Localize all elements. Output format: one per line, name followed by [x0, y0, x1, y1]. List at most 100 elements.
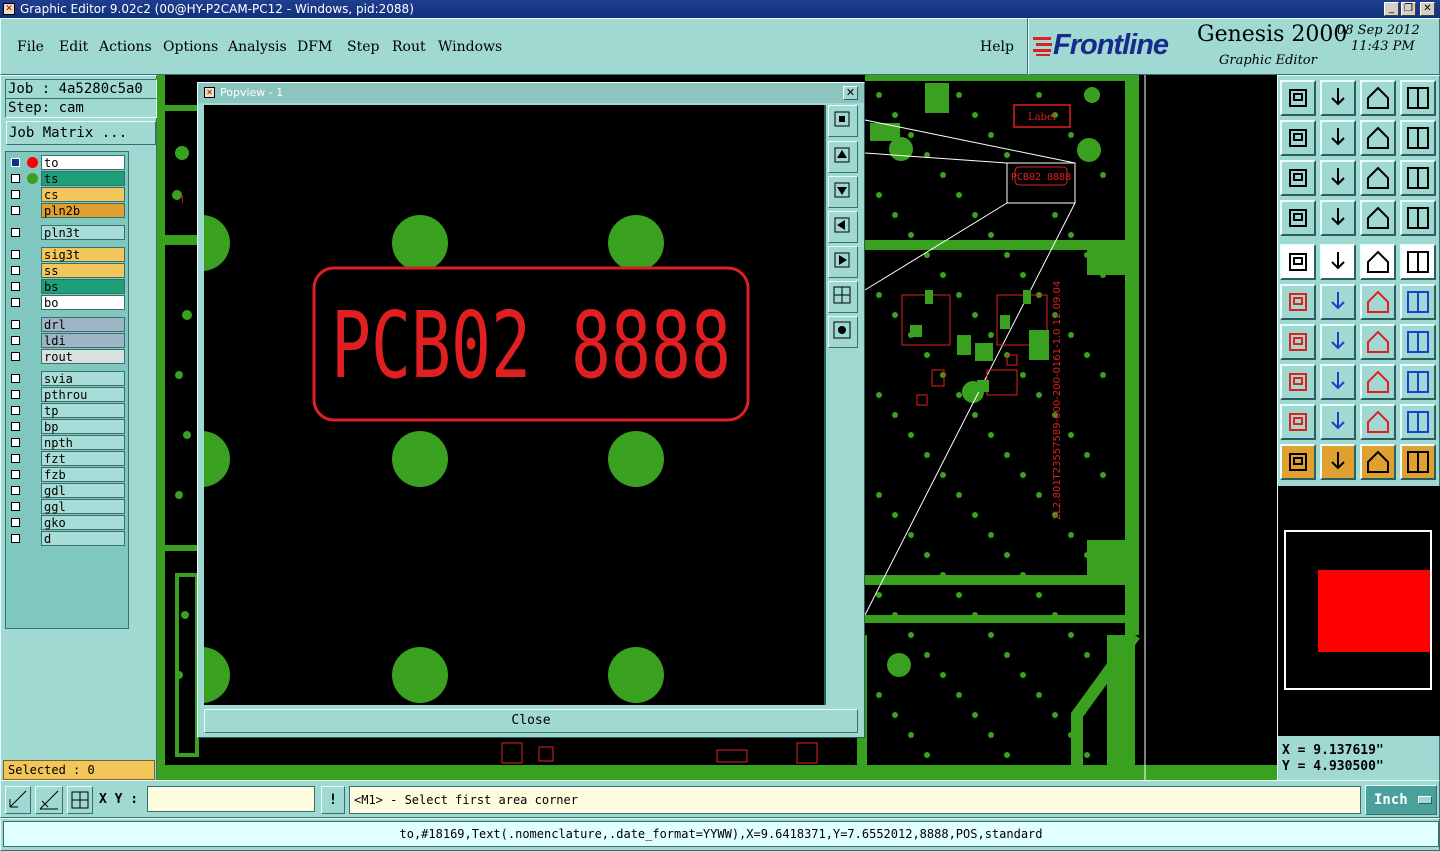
snap-icon[interactable]	[5, 786, 31, 814]
popview-zoom-in-button[interactable]	[828, 105, 858, 137]
layer-checkbox[interactable]	[11, 206, 20, 215]
layer-checkbox[interactable]	[11, 454, 20, 463]
open-step-icon[interactable]	[1280, 80, 1316, 116]
triangle-4-icon[interactable]	[1400, 404, 1436, 440]
popview-pan-down-button[interactable]	[828, 176, 858, 208]
layer-row-fzt[interactable]: fzt	[7, 451, 125, 466]
menu-analysis[interactable]: Analysis	[228, 39, 287, 55]
arc-icon[interactable]	[1360, 324, 1396, 360]
point-icon[interactable]	[1400, 284, 1436, 320]
pointer-route-icon[interactable]	[1400, 444, 1436, 480]
layer-checkbox[interactable]	[11, 534, 20, 543]
layer-checkbox[interactable]	[11, 282, 20, 291]
connect-icon[interactable]	[1280, 284, 1316, 320]
popview-close-icon[interactable]: ✕	[843, 86, 858, 100]
box-select-icon[interactable]	[1400, 244, 1436, 280]
layer-checkbox[interactable]	[11, 502, 20, 511]
layer-row-bs[interactable]: bs	[7, 279, 125, 294]
layer-row-cs[interactable]: cs	[7, 187, 125, 202]
zoom-fit-icon[interactable]	[1280, 160, 1316, 196]
layer-row-svia[interactable]: svia	[7, 371, 125, 386]
layer-row-tp[interactable]: tp	[7, 403, 125, 418]
route-icon[interactable]	[1360, 284, 1396, 320]
grid-icon[interactable]	[67, 786, 93, 814]
overview-viewport[interactable]	[1318, 570, 1430, 652]
triangle-2-icon[interactable]	[1320, 404, 1356, 440]
menu-edit[interactable]: Edit	[59, 39, 88, 55]
clip-icon[interactable]	[1400, 364, 1436, 400]
pads-icon[interactable]	[1400, 324, 1436, 360]
menu-options[interactable]: Options	[163, 39, 218, 55]
triangle-icon[interactable]	[1280, 404, 1316, 440]
layer-checkbox[interactable]	[11, 228, 20, 237]
layer-checkbox[interactable]	[11, 390, 20, 399]
layer-checkbox[interactable]	[11, 336, 20, 345]
xy-input[interactable]	[147, 786, 315, 812]
menu-rout[interactable]: Rout	[392, 39, 426, 55]
layer-row-d[interactable]: d	[7, 531, 125, 546]
wizard-icon[interactable]	[1280, 200, 1316, 236]
snap-line-icon[interactable]	[1320, 244, 1356, 280]
popview-pan-left-button[interactable]	[828, 211, 858, 243]
minimize-button[interactable]: _	[1384, 2, 1399, 16]
menu-dfm[interactable]: DFM	[297, 39, 332, 55]
layer-row-gko[interactable]: gko	[7, 515, 125, 530]
layer-row-ss[interactable]: ss	[7, 263, 125, 278]
layer-row-pln2b[interactable]: pln2b	[7, 203, 125, 218]
menu-actions[interactable]: Actions	[99, 39, 152, 55]
layer-row-bo[interactable]: bo	[7, 295, 125, 310]
layer-row-sig3t[interactable]: sig3t	[7, 247, 125, 262]
layer-row-gdl[interactable]: gdl	[7, 483, 125, 498]
pointer-box-icon[interactable]	[1320, 444, 1356, 480]
layer-checkbox[interactable]	[11, 374, 20, 383]
layer-row-drl[interactable]: drl	[7, 317, 125, 332]
popview-pan-up-button[interactable]	[828, 141, 858, 173]
pointer-edit-icon[interactable]	[1360, 444, 1396, 480]
layer-checkbox[interactable]	[11, 438, 20, 447]
layer-row-pln3t[interactable]: pln3t	[7, 225, 125, 240]
layer-checkbox[interactable]	[11, 250, 20, 259]
layer-checkbox[interactable]	[11, 174, 20, 183]
rotate-icon[interactable]	[1360, 120, 1396, 156]
layer-checkbox[interactable]	[11, 190, 20, 199]
angle-icon[interactable]	[1280, 324, 1316, 360]
layer-checkbox[interactable]	[11, 266, 20, 275]
net-view-2-icon[interactable]	[1400, 200, 1436, 236]
scale-icon[interactable]	[1360, 160, 1396, 196]
layer-checkbox[interactable]	[11, 486, 20, 495]
layer-checkbox[interactable]	[11, 320, 20, 329]
layer-row-ts[interactable]: ts	[7, 171, 125, 186]
layer-row-bp[interactable]: bp	[7, 419, 125, 434]
layer-row-to[interactable]: to	[7, 155, 125, 170]
units-selector[interactable]: Inch	[1365, 785, 1437, 815]
layer-row-npth[interactable]: npth	[7, 435, 125, 450]
popview-close-button[interactable]: Close	[204, 709, 858, 733]
export-icon[interactable]	[1320, 120, 1356, 156]
trace-icon[interactable]	[1320, 364, 1356, 400]
layer-checkbox[interactable]	[11, 470, 20, 479]
popview-zoom-fit-button[interactable]	[828, 281, 858, 313]
popview-zoom-home-button[interactable]	[828, 316, 858, 348]
layer-row-fzb[interactable]: fzb	[7, 467, 125, 482]
layer-row-rout[interactable]: rout	[7, 349, 125, 364]
home-icon[interactable]	[1360, 80, 1396, 116]
flip-icon[interactable]	[1400, 120, 1436, 156]
menu-file[interactable]: File	[17, 39, 44, 55]
close-window-button[interactable]: ✕	[1420, 2, 1435, 16]
layer-checkbox[interactable]	[11, 406, 20, 415]
center-icon[interactable]	[1360, 364, 1396, 400]
help-icon[interactable]	[1400, 160, 1436, 196]
layer-checkbox[interactable]	[11, 518, 20, 527]
maximize-button[interactable]: ❐	[1401, 2, 1416, 16]
layer-checkbox[interactable]	[11, 352, 20, 361]
zoom-center-icon[interactable]	[1320, 160, 1356, 196]
menu-windows[interactable]: Windows	[438, 39, 502, 55]
cross-icon[interactable]	[1320, 284, 1356, 320]
layer-checkbox[interactable]	[11, 422, 20, 431]
menu-step[interactable]: Step	[347, 39, 379, 55]
menu-help[interactable]: Help	[980, 39, 1014, 55]
triangle-3-icon[interactable]	[1360, 404, 1396, 440]
pointer-icon[interactable]	[1280, 444, 1316, 480]
layer-row-ggl[interactable]: ggl	[7, 499, 125, 514]
feature-select-icon[interactable]	[1280, 244, 1316, 280]
